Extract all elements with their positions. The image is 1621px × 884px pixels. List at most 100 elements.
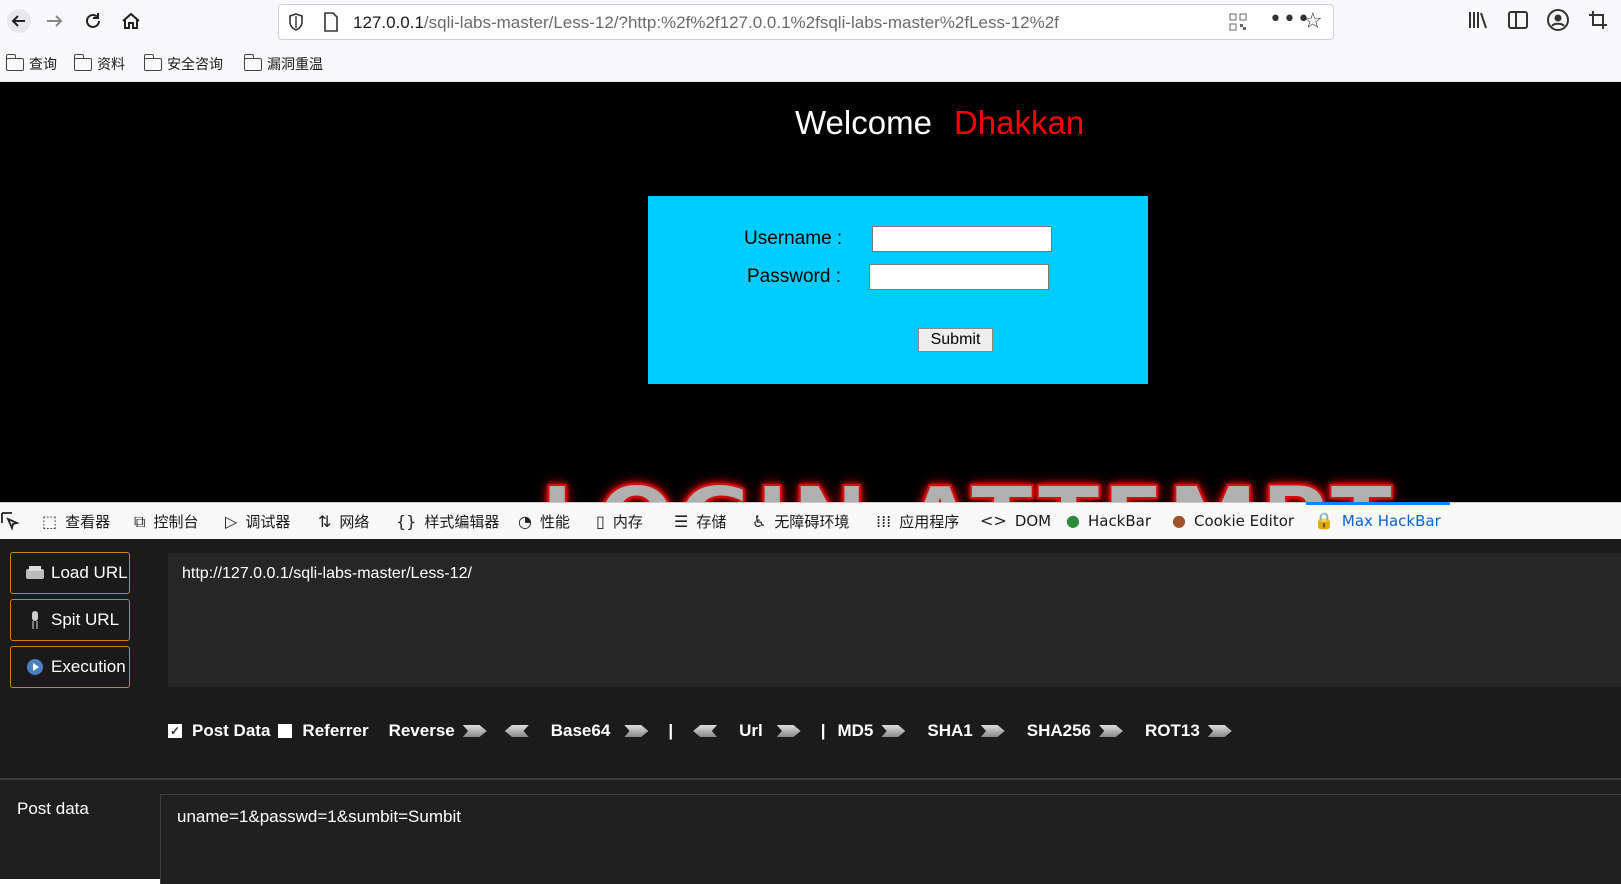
debugger-icon: ▷ xyxy=(225,512,238,531)
max-hackbar-panel: Load URL Spit URL Execution http://127.0… xyxy=(0,539,1621,884)
bookmark-label: 漏洞重温 xyxy=(267,57,323,73)
reverse-arrow-icon[interactable] xyxy=(462,725,487,737)
memory-icon: ▯ xyxy=(596,512,605,531)
account-icon[interactable] xyxy=(1546,8,1572,34)
tab-label: 无障碍环境 xyxy=(774,513,850,531)
execution-label: Execution xyxy=(51,657,126,676)
referrer-checkbox[interactable] xyxy=(278,724,293,738)
submit-button[interactable]: Submit xyxy=(918,328,993,352)
bookmark-star-icon[interactable]: ☆ xyxy=(1303,9,1323,34)
password-input[interactable] xyxy=(869,264,1049,290)
rot13-button[interactable]: ROT13 xyxy=(1145,721,1200,741)
post-data-checkbox[interactable] xyxy=(168,724,182,738)
performance-icon: ◔ xyxy=(518,512,532,531)
folder-icon xyxy=(143,53,162,71)
home-icon[interactable] xyxy=(116,6,146,36)
tab-storage[interactable]: ☰ 存储 xyxy=(674,511,726,532)
load-url-label: Load URL xyxy=(51,563,128,582)
url-host: 127.0.0.1 xyxy=(353,13,424,32)
sidebar-icon[interactable] xyxy=(1506,8,1532,34)
tab-max-hackbar[interactable]: 🔒 Max HackBar xyxy=(1314,511,1441,530)
bookmark-folder[interactable]: 查询 xyxy=(5,53,57,74)
reload-icon[interactable] xyxy=(78,6,108,36)
qr-code-icon[interactable] xyxy=(1229,13,1247,35)
referrer-label: Referrer xyxy=(302,721,369,740)
bookmark-folder[interactable]: 资料 xyxy=(73,53,125,74)
base64-encode-arrow-icon[interactable] xyxy=(624,725,649,737)
tab-application[interactable]: ⁞⁞⁞ 应用程序 xyxy=(876,511,959,532)
url-decode-arrow-icon[interactable] xyxy=(693,725,718,737)
tab-label: 性能 xyxy=(539,513,570,531)
cookie-icon: ● xyxy=(1172,511,1186,530)
shield-icon[interactable] xyxy=(287,12,305,36)
tab-style-editor[interactable]: {} 样式编辑器 xyxy=(396,511,499,532)
url-textarea[interactable]: http://127.0.0.1/sqli-labs-master/Less-1… xyxy=(168,553,1621,687)
tab-dom[interactable]: <> DOM xyxy=(980,511,1051,530)
tab-inspector[interactable]: ⬚ 查看器 xyxy=(42,511,110,532)
url-encode-label: Url xyxy=(739,721,763,740)
sha1-button[interactable]: SHA1 xyxy=(927,721,972,741)
bookmark-label: 安全咨询 xyxy=(167,57,223,73)
post-data-section-label: Post data xyxy=(17,799,89,818)
bookmark-label: 查询 xyxy=(29,57,57,73)
url-text[interactable]: 127.0.0.1/sqli-labs-master/Less-12/?http… xyxy=(353,13,1059,33)
tab-label: Max HackBar xyxy=(1341,511,1441,530)
url-bar[interactable]: 127.0.0.1/sqli-labs-master/Less-12/?http… xyxy=(278,4,1334,40)
tab-cookie-editor[interactable]: ● Cookie Editor xyxy=(1172,511,1294,530)
page-info-icon[interactable] xyxy=(323,12,339,36)
tab-network[interactable]: ⇅ 网络 xyxy=(318,511,369,532)
md5-button[interactable]: MD5 xyxy=(837,721,873,741)
execute-play-icon xyxy=(25,657,45,677)
tab-memory[interactable]: ▯ 内存 xyxy=(596,511,643,532)
welcome-heading: Welcome Dhakkan xyxy=(795,104,1084,142)
console-icon: ⧉ xyxy=(134,511,146,531)
split-url-icon xyxy=(25,610,45,630)
tab-performance[interactable]: ◔ 性能 xyxy=(518,511,570,532)
post-data-textarea[interactable]: uname=1&passwd=1&sumbit=Sumbit xyxy=(160,794,1621,884)
username-input[interactable] xyxy=(872,226,1052,252)
tab-accessibility[interactable]: ♿ 无障碍环境 xyxy=(752,511,849,532)
reverse-button[interactable]: Reverse xyxy=(389,721,455,741)
forward-arrow-icon[interactable] xyxy=(40,6,70,36)
tab-label: 查看器 xyxy=(65,513,111,531)
sha1-arrow-icon[interactable] xyxy=(980,725,1005,737)
tab-console[interactable]: ⧉ 控制台 xyxy=(134,511,198,532)
bookmark-folder[interactable]: 安全咨询 xyxy=(143,53,223,74)
back-arrow-icon[interactable] xyxy=(4,6,34,36)
username-label: Username : xyxy=(744,228,843,249)
element-picker-icon[interactable] xyxy=(0,511,20,531)
separator: | xyxy=(820,721,826,740)
hackbar-divider xyxy=(0,778,1621,780)
library-icon[interactable] xyxy=(1466,8,1492,34)
tab-label: 样式编辑器 xyxy=(424,513,500,531)
md5-arrow-icon[interactable] xyxy=(881,725,906,737)
folder-icon xyxy=(243,53,262,71)
sha256-button[interactable]: SHA256 xyxy=(1027,721,1091,741)
browser-navbar: 127.0.0.1/sqli-labs-master/Less-12/?http… xyxy=(0,0,1621,44)
tab-label: 控制台 xyxy=(153,513,199,531)
inspector-icon: ⬚ xyxy=(42,512,58,531)
execution-button[interactable]: Execution xyxy=(10,646,130,688)
load-url-button[interactable]: Load URL xyxy=(10,552,130,594)
split-url-label: Spit URL xyxy=(51,610,120,629)
base64-label: Base64 xyxy=(550,721,611,740)
tab-label: 调试器 xyxy=(245,513,291,531)
bookmark-folder[interactable]: 漏洞重温 xyxy=(243,53,323,74)
post-data-value: uname=1&passwd=1&sumbit=Sumbit xyxy=(177,807,461,826)
url-encode-arrow-icon[interactable] xyxy=(776,725,801,737)
tab-hackbar[interactable]: ● HackBar xyxy=(1066,511,1151,530)
screenshot-icon[interactable] xyxy=(1586,8,1612,34)
hackbar-toolbar: Load URL Spit URL Execution http://127.0… xyxy=(0,539,1621,779)
sha256-arrow-icon[interactable] xyxy=(1099,725,1123,737)
password-label: Password : xyxy=(747,266,841,287)
active-tab-indicator xyxy=(1306,502,1450,505)
split-url-button[interactable]: Spit URL xyxy=(10,599,130,641)
rot13-arrow-icon[interactable] xyxy=(1207,725,1232,737)
login-attempt-banner: LOGIN ATTEMPT xyxy=(539,466,1395,502)
decode-left-arrow-icon[interactable] xyxy=(504,725,529,737)
folder-icon xyxy=(73,53,92,71)
tab-label: 存储 xyxy=(696,513,727,531)
login-form: Username : Password : Submit xyxy=(648,196,1148,384)
code-brackets-icon: <> xyxy=(980,511,1007,530)
tab-debugger[interactable]: ▷ 调试器 xyxy=(225,511,290,532)
